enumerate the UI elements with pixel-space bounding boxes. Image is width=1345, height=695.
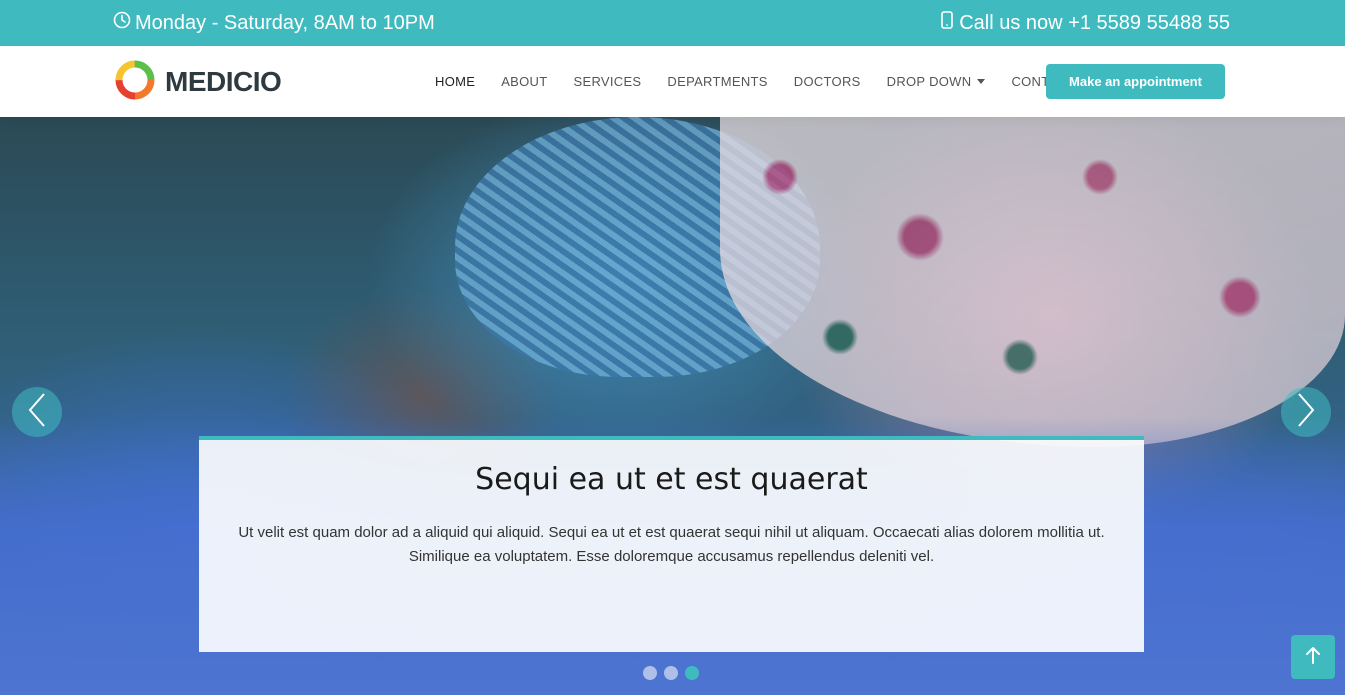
nav-services[interactable]: SERVICES xyxy=(574,74,642,89)
business-hours-text: Monday - Saturday, 8AM to 10PM xyxy=(135,11,435,34)
main-header: MEDICIO HOME ABOUT SERVICES DEPARTMENTS … xyxy=(0,46,1345,117)
phone-contact[interactable]: Call us now +1 5589 55488 55 xyxy=(941,0,1230,46)
hero-image-floral-scarf xyxy=(720,117,1345,447)
carousel-prev-button[interactable] xyxy=(12,387,62,437)
make-appointment-button[interactable]: Make an appointment xyxy=(1046,64,1225,99)
brand-logo[interactable]: MEDICIO xyxy=(113,58,282,107)
phone-icon xyxy=(941,11,954,35)
phone-text: Call us now +1 5589 55488 55 xyxy=(959,11,1230,34)
carousel-indicator-active[interactable] xyxy=(685,666,699,680)
nav-dropdown[interactable]: DROP DOWN xyxy=(887,74,986,89)
back-to-top-button[interactable] xyxy=(1291,635,1335,679)
hero-title: Sequi ea ut et est quaerat xyxy=(475,462,868,497)
nav-about[interactable]: ABOUT xyxy=(501,74,547,89)
carousel-indicators xyxy=(643,666,699,680)
ring-logo-icon xyxy=(113,58,157,107)
clock-icon xyxy=(113,11,131,35)
hero-carousel: Sequi ea ut et est quaerat Ut velit est … xyxy=(0,117,1345,695)
nav-doctors[interactable]: DOCTORS xyxy=(794,74,861,89)
nav-menu: HOME ABOUT SERVICES DEPARTMENTS DOCTORS … xyxy=(435,46,1101,117)
arrow-up-icon xyxy=(1305,646,1321,669)
business-hours: Monday - Saturday, 8AM to 10PM xyxy=(113,0,435,46)
chevron-left-icon xyxy=(26,392,48,433)
hero-text: Ut velit est quam dolor ad a aliquid qui… xyxy=(238,524,1105,565)
carousel-next-button[interactable] xyxy=(1281,387,1331,437)
hero-caption: Sequi ea ut et est quaerat Ut velit est … xyxy=(199,436,1144,652)
top-bar: Monday - Saturday, 8AM to 10PM Call us n… xyxy=(0,0,1345,46)
carousel-indicator[interactable] xyxy=(643,666,657,680)
nav-home[interactable]: HOME xyxy=(435,74,475,89)
caret-down-icon xyxy=(977,79,986,84)
carousel-indicator[interactable] xyxy=(664,666,678,680)
chevron-right-icon xyxy=(1295,392,1317,433)
nav-dropdown-label: DROP DOWN xyxy=(886,74,972,89)
nav-departments[interactable]: DEPARTMENTS xyxy=(667,74,767,89)
brand-name: MEDICIO xyxy=(165,66,282,97)
